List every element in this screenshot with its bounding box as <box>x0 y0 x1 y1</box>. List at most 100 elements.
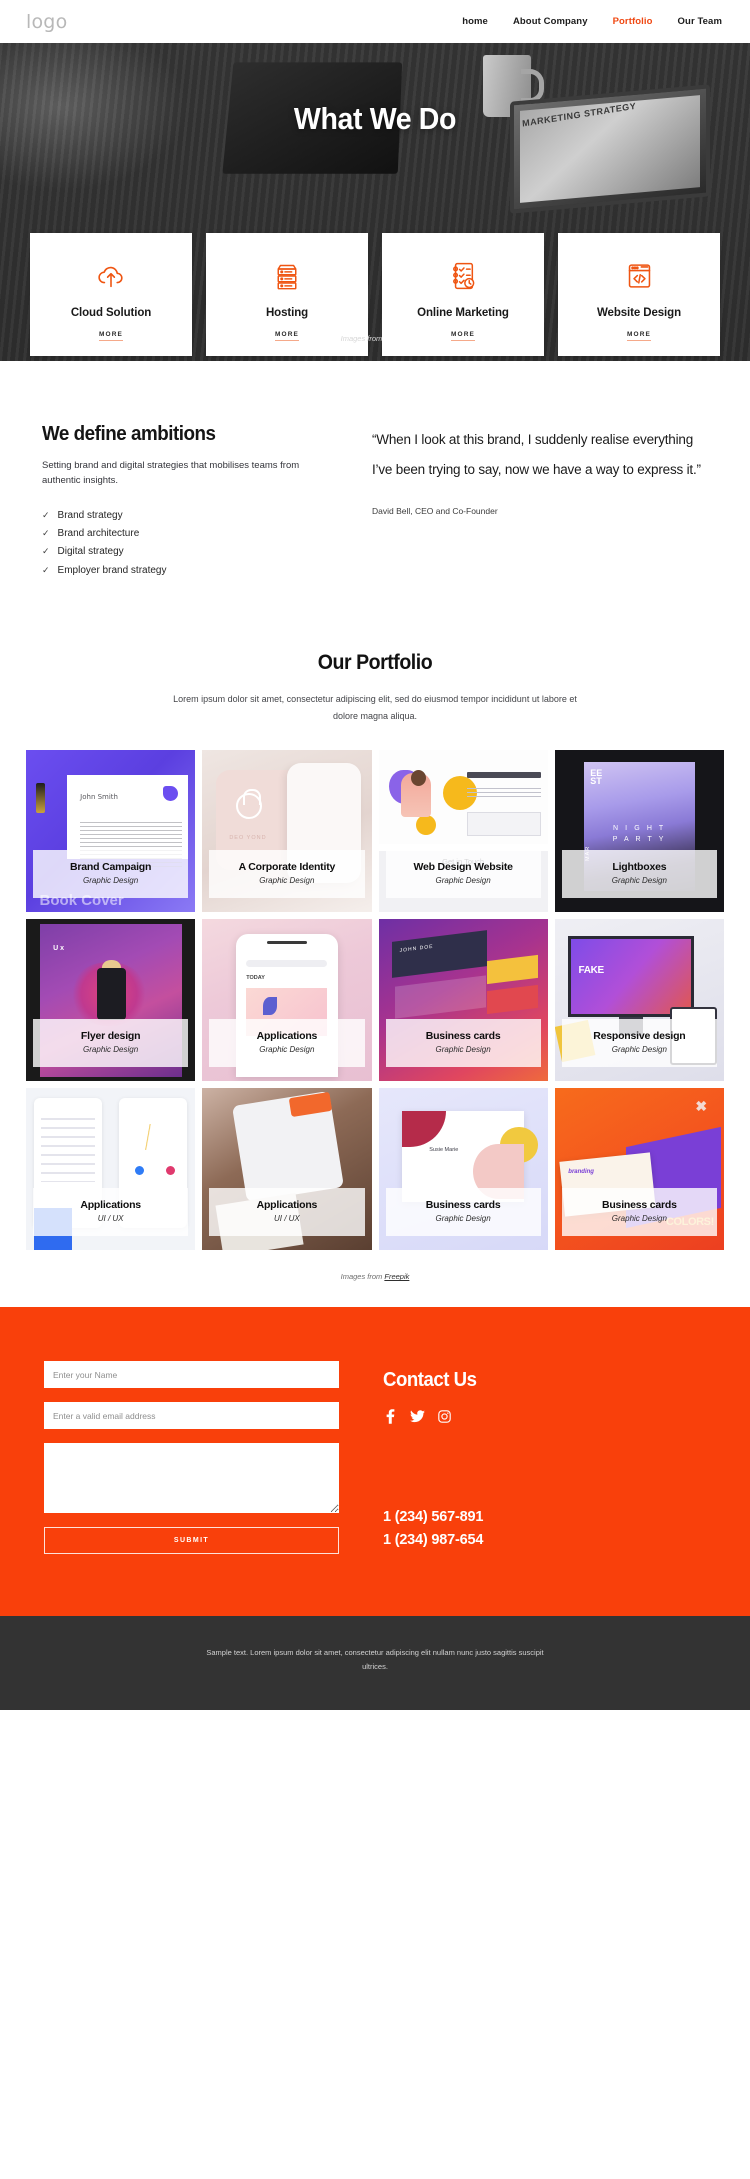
portfolio-caption: Flyer design Graphic Design <box>33 1019 189 1068</box>
portfolio-item-title: Business cards <box>601 1199 677 1212</box>
portfolio-section: Our Portfolio Lorem ipsum dolor sit amet… <box>0 579 750 1307</box>
portfolio-item-web-design-website[interactable]: Get in Touch Web Design Website Graphic … <box>378 750 548 913</box>
portfolio-item-lightboxes[interactable]: EEST N I G H T P A R T Y MAR Lightboxes … <box>554 750 724 913</box>
twitter-icon[interactable] <box>410 1409 425 1424</box>
art-label-brand-name: John Smith <box>80 792 118 801</box>
business-card-decor: JOHN DOE <box>392 929 487 978</box>
server-stack-icon <box>273 255 301 297</box>
phone-number[interactable]: 1 (234) 567-891 <box>383 1506 706 1528</box>
browser-code-icon <box>625 255 654 297</box>
art-label-biz2-name: Susie Marie <box>429 1146 459 1153</box>
portfolio-item-category: Graphic Design <box>259 1045 315 1055</box>
facebook-icon[interactable] <box>383 1409 398 1425</box>
art-label-biz1-name: JOHN DOE <box>399 943 434 954</box>
testimonial-quote: “When I look at this brand, I suddenly r… <box>372 432 701 477</box>
credit-link[interactable]: Freepik <box>384 1272 409 1281</box>
phone-number[interactable]: 1 (234) 987-654 <box>383 1529 706 1551</box>
credit-link[interactable]: Freepik <box>384 334 409 343</box>
check-icon: ✓ <box>42 528 50 539</box>
portfolio-item-business-cards-gradient[interactable]: JOHN DOE Business cards Graphic Design <box>378 919 548 1082</box>
line-graph-decor <box>125 1124 181 1150</box>
art-label-resp-fake: FAKE <box>578 964 604 976</box>
portfolio-item-category: Graphic Design <box>611 876 667 886</box>
hero-title: What We Do <box>293 101 457 136</box>
nav-item-our-team[interactable]: Our Team <box>678 16 722 27</box>
service-card-label: Cloud Solution <box>70 306 152 319</box>
portfolio-item-category: Graphic Design <box>611 1045 667 1055</box>
list-item-label: Employer brand strategy <box>57 564 167 576</box>
instagram-icon[interactable] <box>437 1409 452 1424</box>
portfolio-item-title: Applications <box>256 1030 318 1043</box>
portfolio-item-flyer-design[interactable]: U x Flyer design Graphic Design <box>26 919 196 1082</box>
portfolio-item-responsive-design[interactable]: FAKE Responsive design Graphic Design <box>554 919 724 1082</box>
logo[interactable]: logo <box>26 11 67 33</box>
portfolio-caption: Applications Graphic Design <box>209 1019 365 1068</box>
list-rows-decor <box>41 1117 96 1183</box>
art-label-today: TODAY <box>246 974 265 981</box>
credit-prefix: Images from <box>340 334 385 343</box>
portfolio-caption: Applications UI / UX <box>33 1188 189 1237</box>
email-field[interactable] <box>44 1402 339 1430</box>
name-field[interactable] <box>44 1361 339 1389</box>
portfolio-item-category: Graphic Design <box>83 876 139 886</box>
portfolio-caption: Business cards Graphic Design <box>385 1019 541 1068</box>
contact-title: Contact Us <box>383 1369 477 1392</box>
portfolio-item-category: Graphic Design <box>611 1214 667 1224</box>
list-item-label: Brand strategy <box>57 510 123 522</box>
portfolio-caption: Applications UI / UX <box>209 1188 365 1237</box>
submit-button[interactable]: SUBMIT <box>44 1527 339 1555</box>
paragraph-lines-decor <box>466 787 541 800</box>
yellow-blob-decor <box>415 815 436 836</box>
art-label-biz3-branding: branding <box>568 1169 594 1176</box>
model-body-decor <box>97 968 126 1020</box>
list-item: ✓ Digital strategy <box>42 543 332 561</box>
portfolio-item-business-cards-pastel[interactable]: Susie Marie Business cards Graphic Desig… <box>378 1088 548 1251</box>
contact-form: SUBMIT <box>44 1361 339 1555</box>
art-label-flyer-ux: U x <box>53 945 64 953</box>
x-shape-decor: ✖ <box>695 1098 708 1115</box>
portfolio-item-applications-mockup[interactable]: TODAY Applications Graphic Design <box>202 919 372 1082</box>
portfolio-caption: Web Design Website Graphic Design <box>385 850 541 899</box>
person-head-decor <box>410 769 426 786</box>
business-card-decor <box>486 955 538 985</box>
cloud-upload-icon <box>96 255 126 297</box>
list-item-label: Brand architecture <box>57 528 140 540</box>
portfolio-caption: Responsive design Graphic Design <box>561 1019 717 1068</box>
portfolio-item-title: Business cards <box>425 1030 501 1043</box>
phone-numbers: 1 (234) 567-891 1 (234) 987-654 <box>383 1506 706 1551</box>
business-card-decor <box>395 975 487 1020</box>
portfolio-item-category: Graphic Design <box>83 1045 139 1055</box>
list-item: ✓ Brand architecture <box>42 525 332 543</box>
portfolio-item-a-corporate-identity[interactable]: DEO YOND A Corporate Identity Graphic De… <box>202 750 372 913</box>
portfolio-item-category: Graphic Design <box>435 1045 491 1055</box>
service-card-label: Website Design <box>596 306 682 319</box>
art-label-light-ee: EE ST <box>590 767 603 786</box>
art-label-corp-brand: DEO YOND <box>229 834 267 841</box>
portfolio-item-title: A Corporate Identity <box>238 861 336 874</box>
portfolio-item-business-cards-orange[interactable]: ✖ branding COLORS! Business cards Graphi… <box>554 1088 724 1251</box>
check-icon: ✓ <box>42 564 50 575</box>
hero-section: MARKETING STRATEGY What We Do Cloud Solu… <box>0 43 750 361</box>
nav-item-portfolio[interactable]: Portfolio <box>613 16 653 27</box>
portfolio-item-category: UI / UX <box>97 1214 124 1224</box>
contact-info: Contact Us 1 (234) 567-891 1 (234) 987-6… <box>383 1361 706 1554</box>
portfolio-caption: Business cards Graphic Design <box>385 1188 541 1237</box>
monitor-mockup-decor <box>568 935 694 1017</box>
portfolio-caption: Brand Campaign Graphic Design <box>33 850 189 899</box>
portfolio-item-brand-campaign[interactable]: John Smith Book Cover Brand Campaign Gra… <box>26 750 196 913</box>
service-card-label: Online Marketing <box>417 306 509 319</box>
portfolio-caption: Business cards Graphic Design <box>561 1188 717 1237</box>
portfolio-item-title: Business cards <box>425 1199 501 1212</box>
portfolio-item-title: Responsive design <box>593 1030 686 1043</box>
portfolio-caption: A Corporate Identity Graphic Design <box>209 850 365 899</box>
portfolio-item-title: Brand Campaign <box>70 861 152 874</box>
portfolio-item-applications-hand[interactable]: Applications UI / UX <box>202 1088 372 1251</box>
ambitions-subtitle: Setting brand and digital strategies tha… <box>42 460 300 486</box>
portfolio-item-applications-dashboard[interactable]: Applications UI / UX <box>26 1088 196 1251</box>
nav-item-about-company[interactable]: About Company <box>513 16 588 27</box>
nav-item-home[interactable]: home <box>462 16 488 27</box>
portfolio-item-title: Web Design Website <box>413 861 513 874</box>
art-label-night: N I G H T <box>612 824 666 832</box>
message-field[interactable] <box>44 1443 339 1514</box>
art-label-seo-heading <box>466 771 541 778</box>
